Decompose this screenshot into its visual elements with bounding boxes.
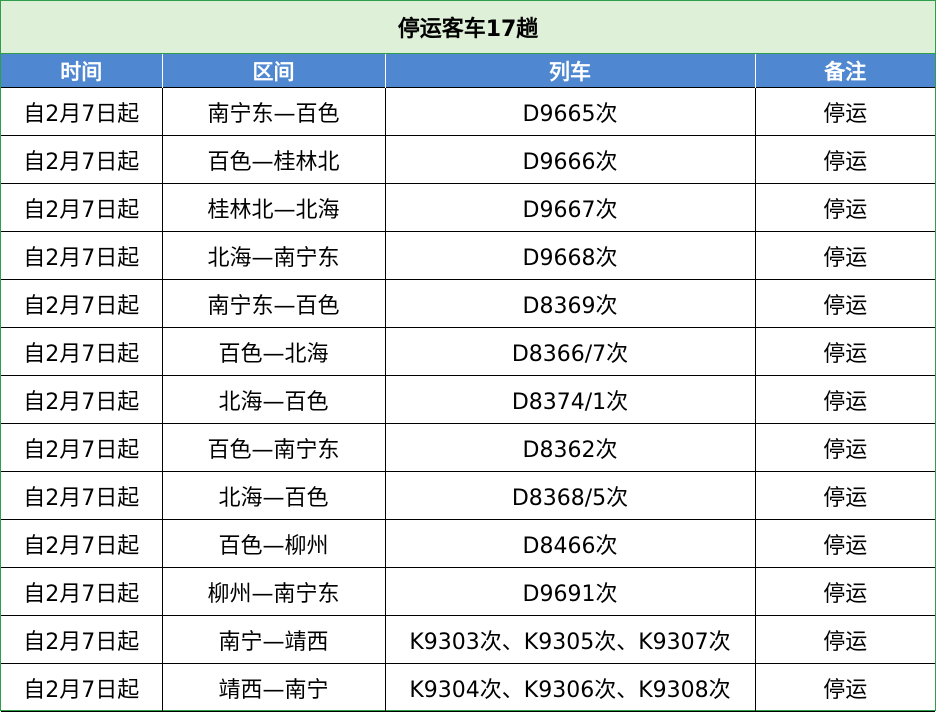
cell-section: 靖西—南宁 xyxy=(161,663,386,712)
schedule-sheet: 停运客车17趟 时间 区间 列车 备注 自2月7日起 南宁东—百色 D9665次… xyxy=(0,0,936,712)
cell-train: K9304次、K9306次、K9308次 xyxy=(384,663,756,712)
cell-train: D8362次 xyxy=(384,423,756,472)
cell-note: 停运 xyxy=(754,375,935,424)
cell-train: D9668次 xyxy=(384,231,756,280)
cell-time: 自2月7日起 xyxy=(1,375,163,424)
table-row: 自2月7日起 靖西—南宁 K9304次、K9306次、K9308次 停运 xyxy=(1,663,935,712)
cell-note: 停运 xyxy=(754,471,935,520)
table-row: 自2月7日起 北海—百色 D8374/1次 停运 xyxy=(1,375,935,424)
suspended-trains-table: 时间 区间 列车 备注 自2月7日起 南宁东—百色 D9665次 停运 自2月7… xyxy=(1,54,935,712)
cell-section: 百色—北海 xyxy=(161,327,386,376)
cell-train: D8368/5次 xyxy=(384,471,756,520)
cell-time: 自2月7日起 xyxy=(1,519,163,568)
table-title: 停运客车17趟 xyxy=(1,1,935,54)
cell-time: 自2月7日起 xyxy=(1,615,163,664)
cell-section: 桂林北—北海 xyxy=(161,183,386,232)
table-row: 自2月7日起 百色—桂林北 D9666次 停运 xyxy=(1,135,935,184)
cell-section: 百色—南宁东 xyxy=(161,423,386,472)
cell-train: D9665次 xyxy=(384,87,756,136)
table-row: 自2月7日起 桂林北—北海 D9667次 停运 xyxy=(1,183,935,232)
cell-train: D8369次 xyxy=(384,279,756,328)
cell-time: 自2月7日起 xyxy=(1,663,163,712)
column-header-train: 列车 xyxy=(384,54,756,88)
table-row: 自2月7日起 百色—北海 D8366/7次 停运 xyxy=(1,327,935,376)
cell-time: 自2月7日起 xyxy=(1,471,163,520)
cell-section: 北海—百色 xyxy=(161,375,386,424)
cell-section: 北海—南宁东 xyxy=(161,231,386,280)
column-header-time: 时间 xyxy=(1,54,163,88)
cell-time: 自2月7日起 xyxy=(1,567,163,616)
cell-section: 南宁—靖西 xyxy=(161,615,386,664)
cell-note: 停运 xyxy=(754,519,935,568)
table-row: 自2月7日起 百色—南宁东 D8362次 停运 xyxy=(1,423,935,472)
cell-section: 百色—桂林北 xyxy=(161,135,386,184)
cell-time: 自2月7日起 xyxy=(1,327,163,376)
table-row: 自2月7日起 南宁东—百色 D9665次 停运 xyxy=(1,87,935,136)
table-body: 自2月7日起 南宁东—百色 D9665次 停运 自2月7日起 百色—桂林北 D9… xyxy=(1,87,935,712)
cell-train: D9667次 xyxy=(384,183,756,232)
cell-note: 停运 xyxy=(754,327,935,376)
table-row: 自2月7日起 南宁东—百色 D8369次 停运 xyxy=(1,279,935,328)
table-row: 自2月7日起 百色—柳州 D8466次 停运 xyxy=(1,519,935,568)
cell-note: 停运 xyxy=(754,663,935,712)
cell-train: D8374/1次 xyxy=(384,375,756,424)
cell-time: 自2月7日起 xyxy=(1,423,163,472)
cell-train: D9666次 xyxy=(384,135,756,184)
cell-train: D9691次 xyxy=(384,567,756,616)
cell-section: 百色—柳州 xyxy=(161,519,386,568)
column-header-note: 备注 xyxy=(754,54,935,88)
cell-note: 停运 xyxy=(754,423,935,472)
cell-time: 自2月7日起 xyxy=(1,87,163,136)
cell-train: D8366/7次 xyxy=(384,327,756,376)
cell-section: 南宁东—百色 xyxy=(161,279,386,328)
cell-note: 停运 xyxy=(754,567,935,616)
table-row: 自2月7日起 北海—百色 D8368/5次 停运 xyxy=(1,471,935,520)
cell-section: 北海—百色 xyxy=(161,471,386,520)
cell-note: 停运 xyxy=(754,135,935,184)
cell-time: 自2月7日起 xyxy=(1,135,163,184)
cell-time: 自2月7日起 xyxy=(1,231,163,280)
table-row: 自2月7日起 柳州—南宁东 D9691次 停运 xyxy=(1,567,935,616)
cell-note: 停运 xyxy=(754,615,935,664)
cell-time: 自2月7日起 xyxy=(1,183,163,232)
header-row: 时间 区间 列车 备注 xyxy=(1,54,935,88)
cell-note: 停运 xyxy=(754,87,935,136)
cell-section: 柳州—南宁东 xyxy=(161,567,386,616)
cell-train: K9303次、K9305次、K9307次 xyxy=(384,615,756,664)
table-row: 自2月7日起 南宁—靖西 K9303次、K9305次、K9307次 停运 xyxy=(1,615,935,664)
cell-note: 停运 xyxy=(754,183,935,232)
column-header-section: 区间 xyxy=(161,54,386,88)
cell-section: 南宁东—百色 xyxy=(161,87,386,136)
cell-time: 自2月7日起 xyxy=(1,279,163,328)
table-row: 自2月7日起 北海—南宁东 D9668次 停运 xyxy=(1,231,935,280)
cell-note: 停运 xyxy=(754,231,935,280)
cell-note: 停运 xyxy=(754,279,935,328)
cell-train: D8466次 xyxy=(384,519,756,568)
